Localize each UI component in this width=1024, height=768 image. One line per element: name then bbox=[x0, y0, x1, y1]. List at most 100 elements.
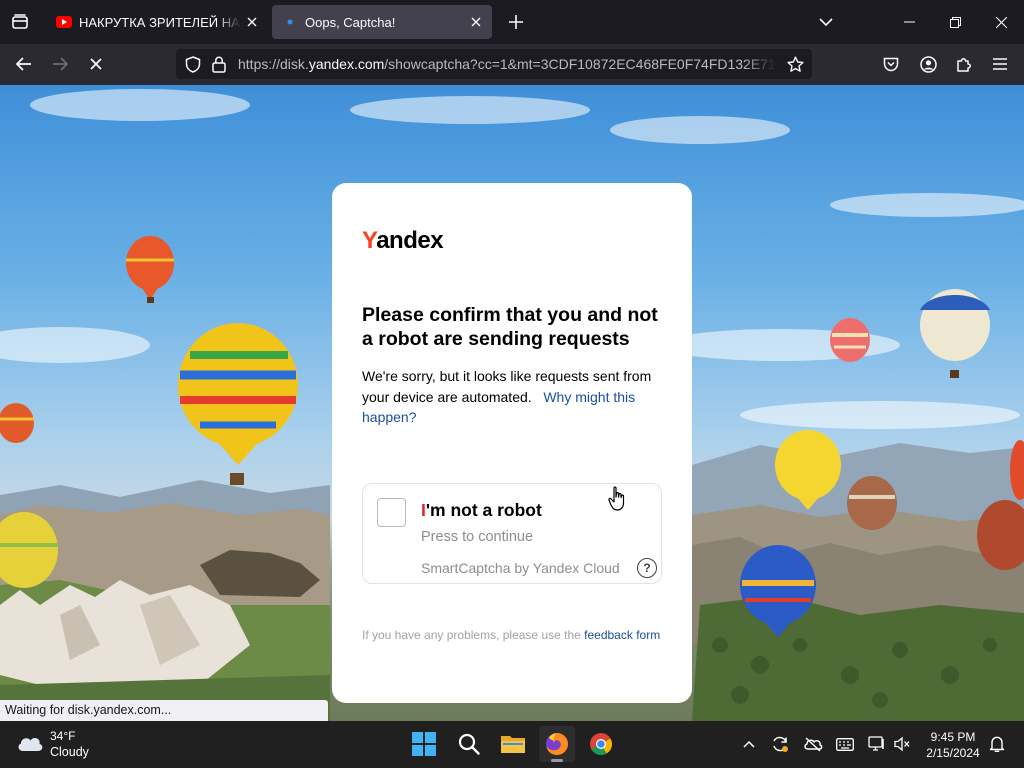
stop-button[interactable] bbox=[81, 49, 111, 79]
stop-icon bbox=[90, 58, 102, 70]
cloud-offline-icon bbox=[804, 737, 823, 752]
tab-captcha[interactable]: Oops, Captcha! bbox=[272, 5, 492, 39]
weather-condition: Cloudy bbox=[50, 745, 89, 759]
minimize-button[interactable] bbox=[886, 0, 932, 44]
logo-initial: Y bbox=[362, 227, 377, 254]
search-button[interactable] bbox=[451, 726, 487, 762]
balloon-small-left bbox=[0, 403, 34, 443]
tab-title: Oops, Captcha! bbox=[305, 14, 396, 30]
help-icon[interactable]: ? bbox=[637, 558, 657, 578]
firefox-taskbar-button[interactable] bbox=[539, 726, 575, 762]
description-text: We're sorry, but it looks like requests … bbox=[362, 366, 672, 428]
page-title: Please confirm that you and not a robot … bbox=[362, 304, 658, 350]
tab-youtube[interactable]: НАКРУТКА ЗРИТЕЛЕЙ НА СТРИМ bbox=[46, 5, 268, 39]
sync-tray-button[interactable] bbox=[769, 733, 791, 755]
restore-button[interactable] bbox=[932, 0, 978, 44]
balloon-brown bbox=[847, 476, 897, 530]
forward-arrow-icon bbox=[53, 57, 68, 71]
navigation-toolbar: https://disk.yandex.com/showcaptcha?cc=1… bbox=[0, 44, 1024, 85]
lock-icon[interactable] bbox=[210, 55, 228, 73]
search-icon bbox=[458, 733, 480, 755]
feedback-note: If you have any problems, please use the… bbox=[362, 626, 662, 645]
url-prefix: https://disk. bbox=[238, 56, 309, 72]
yandex-logo[interactable]: Yandex bbox=[362, 227, 444, 255]
address-bar[interactable]: https://disk.yandex.com/showcaptcha?cc=1… bbox=[176, 49, 812, 79]
keyboard-icon bbox=[836, 737, 854, 751]
weather-widget[interactable]: 34°F Cloudy bbox=[16, 729, 116, 761]
onedrive-tray-button[interactable] bbox=[802, 733, 824, 755]
back-button[interactable] bbox=[9, 49, 39, 79]
clock[interactable]: 9:45 PM 2/15/2024 bbox=[920, 729, 986, 761]
windows-taskbar: 34°F Cloudy 9:45 PM 2/15/2024 bbox=[0, 721, 1024, 768]
feedback-text: If you have any problems, please use the bbox=[362, 628, 581, 642]
hamburger-menu-icon bbox=[993, 58, 1007, 70]
url-path: /showcaptcha?cc=1&mt=3CDF10872EC468FE0F7… bbox=[384, 56, 776, 72]
account-button[interactable] bbox=[913, 49, 943, 79]
list-all-tabs-button[interactable] bbox=[812, 8, 840, 36]
press-to-continue-text: Press to continue bbox=[421, 529, 534, 545]
chrome-icon bbox=[590, 733, 612, 755]
chrome-taskbar-button[interactable] bbox=[583, 726, 619, 762]
menu-button[interactable] bbox=[985, 49, 1015, 79]
close-window-button[interactable] bbox=[978, 0, 1024, 44]
balloon-colorful bbox=[178, 323, 298, 485]
firefox-icon bbox=[546, 733, 568, 755]
folder-icon bbox=[501, 736, 525, 753]
network-icon bbox=[868, 736, 884, 751]
balloon-pink bbox=[830, 318, 870, 362]
captcha-card: Yandex Please confirm that you and not a… bbox=[332, 183, 692, 703]
account-icon bbox=[919, 55, 937, 73]
feedback-link[interactable]: feedback form bbox=[584, 628, 660, 642]
status-bar: Waiting for disk.yandex.com... bbox=[0, 700, 328, 721]
restore-icon bbox=[949, 16, 961, 28]
start-button[interactable] bbox=[406, 726, 442, 762]
chevron-down-icon bbox=[819, 17, 833, 26]
pocket-icon bbox=[883, 57, 899, 71]
logo-rest: andex bbox=[376, 227, 444, 254]
clock-time: 9:45 PM bbox=[930, 730, 976, 744]
pocket-button[interactable] bbox=[876, 49, 906, 79]
chevron-up-icon bbox=[743, 740, 755, 748]
network-tray-button[interactable] bbox=[866, 733, 888, 755]
hand-cursor-icon bbox=[608, 486, 625, 511]
page-viewport: Yandex Please confirm that you and not a… bbox=[0, 85, 1024, 721]
volume-tray-button[interactable] bbox=[891, 733, 913, 755]
back-arrow-icon bbox=[16, 57, 31, 71]
firefox-view-icon bbox=[12, 14, 28, 29]
tab-title: НАКРУТКА ЗРИТЕЛЕЙ НА СТРИМ bbox=[79, 14, 241, 30]
forward-button[interactable] bbox=[45, 49, 75, 79]
close-tab-icon[interactable] bbox=[465, 11, 487, 33]
show-hidden-icons-button[interactable] bbox=[738, 733, 760, 755]
url-text[interactable]: https://disk.yandex.com/showcaptcha?cc=1… bbox=[238, 56, 776, 72]
file-explorer-button[interactable] bbox=[495, 726, 531, 762]
bookmark-star-icon[interactable] bbox=[786, 55, 804, 73]
puzzle-icon bbox=[957, 58, 971, 72]
close-icon bbox=[995, 16, 1007, 28]
notifications-button[interactable] bbox=[986, 733, 1008, 755]
plus-icon bbox=[509, 15, 523, 29]
tracking-protection-icon[interactable] bbox=[184, 55, 202, 73]
label-rest: 'm not a robot bbox=[425, 500, 542, 520]
youtube-icon bbox=[56, 14, 72, 30]
new-tab-button[interactable] bbox=[502, 8, 530, 36]
keyboard-tray-button[interactable] bbox=[834, 733, 856, 755]
url-host: yandex.com bbox=[308, 56, 385, 72]
volume-muted-icon bbox=[894, 736, 910, 752]
balloon-blue-white bbox=[920, 289, 990, 378]
firefox-view-button[interactable] bbox=[6, 8, 34, 36]
cloud-icon bbox=[18, 738, 43, 751]
not-robot-label[interactable]: I'm not a robot bbox=[421, 500, 542, 521]
active-indicator bbox=[551, 759, 563, 762]
minimize-icon bbox=[903, 21, 915, 23]
sync-icon bbox=[773, 736, 788, 752]
weather-temperature: 34°F bbox=[50, 729, 76, 743]
windows-logo-icon bbox=[412, 732, 436, 756]
close-tab-icon[interactable] bbox=[241, 11, 263, 33]
bell-icon bbox=[989, 736, 1005, 752]
clock-date: 2/15/2024 bbox=[926, 746, 980, 760]
loading-dot-icon bbox=[282, 14, 298, 30]
not-robot-checkbox[interactable] bbox=[377, 498, 406, 527]
extensions-button[interactable] bbox=[949, 49, 979, 79]
smartcaptcha-brand: SmartCaptcha by Yandex Cloud bbox=[421, 560, 620, 576]
tab-strip: НАКРУТКА ЗРИТЕЛЕЙ НА СТРИМ Oops, Captcha… bbox=[0, 0, 1024, 44]
